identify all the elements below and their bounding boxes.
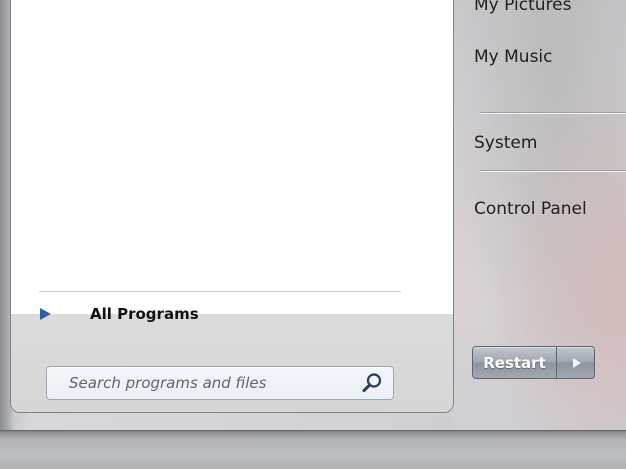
menu-item-my-pictures[interactable]: My Pictures [474,0,571,15]
programs-pane [10,0,454,413]
menu-item-control-panel[interactable]: Control Panel [474,199,587,219]
all-programs-separator [39,291,401,292]
triangle-right-icon [40,308,51,320]
right-separator [480,170,626,172]
restart-label: Restart [483,353,546,372]
search-input[interactable] [47,367,357,399]
restart-options-button[interactable] [557,346,595,379]
menu-item-system[interactable]: System [474,133,537,153]
menu-item-my-music[interactable]: My Music [474,47,553,67]
right-separator [480,112,626,114]
taskbar [0,430,626,469]
programs-list-area [11,0,453,314]
all-programs-button[interactable]: All Programs [38,302,338,326]
search-box[interactable] [46,366,394,400]
triangle-right-icon [572,357,581,368]
restart-button[interactable]: Restart [472,346,557,379]
all-programs-label: All Programs [90,305,199,323]
magnifier-icon[interactable] [357,368,387,398]
shutdown-controls: Restart [472,346,595,379]
